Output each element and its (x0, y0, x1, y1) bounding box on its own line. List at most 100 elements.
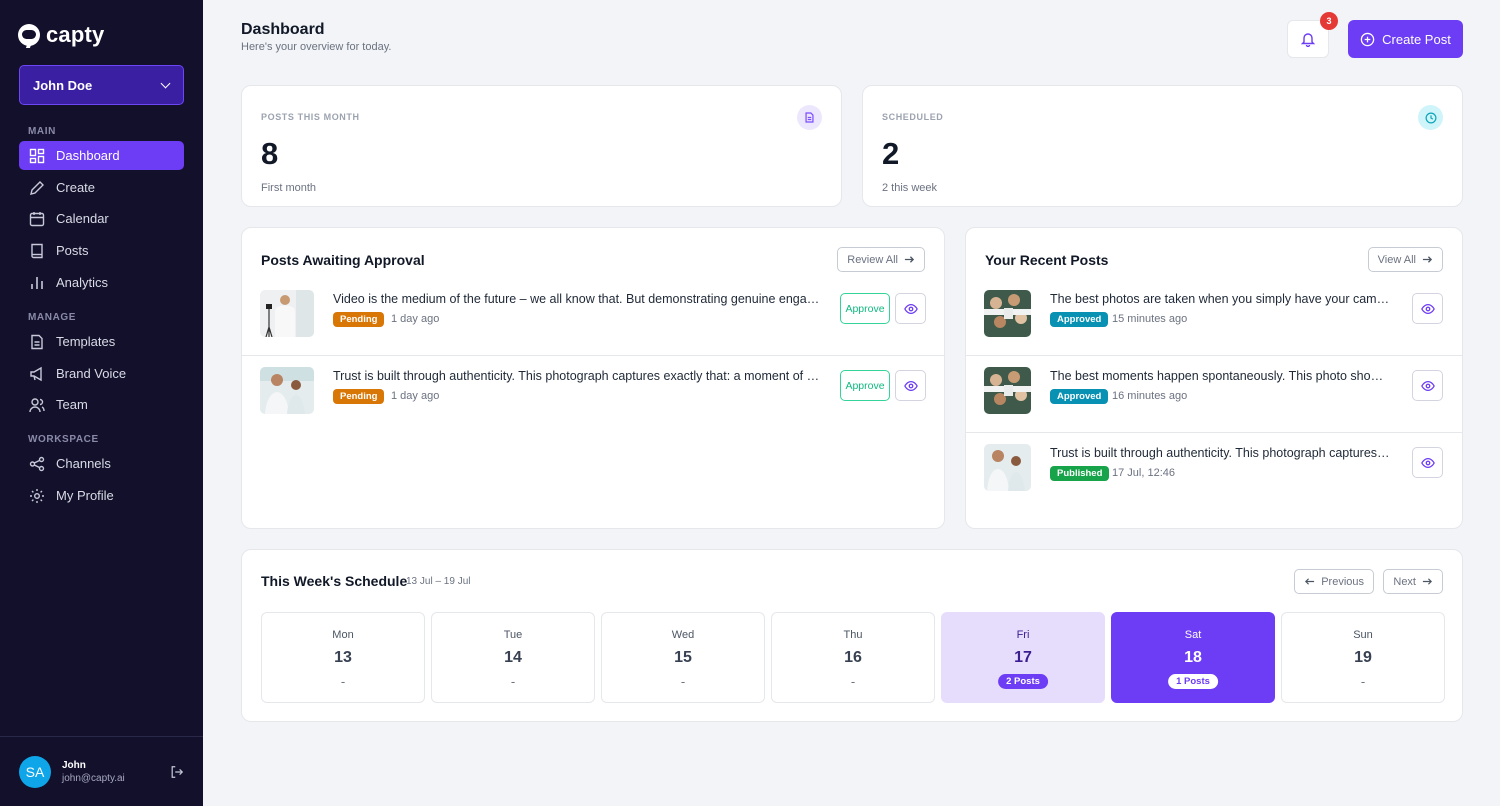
capty-logo-icon (18, 24, 40, 46)
day-posts: - (340, 674, 346, 689)
pencil-icon (30, 180, 44, 195)
sidebar-item-brand-voice[interactable]: Brand Voice (19, 359, 184, 388)
sidebar-item-templates[interactable]: Templates (19, 327, 184, 356)
sidebar-item-team[interactable]: Team (19, 390, 184, 419)
recent-posts-card: Your Recent Posts View All The best phot… (965, 227, 1463, 529)
user-name: John (62, 759, 86, 771)
document-icon (31, 334, 43, 349)
post-text: The best photos are taken when you simpl… (1050, 292, 1390, 306)
stat-subtext: First month (261, 182, 317, 194)
sidebar-item-my-profile[interactable]: My Profile (19, 481, 184, 510)
sidebar-item-dashboard[interactable]: Dashboard (19, 141, 184, 170)
page-subtitle: Here's your overview for today. (241, 41, 392, 53)
sidebar-item-create[interactable]: Create (19, 173, 184, 202)
post-time: 1 day ago (391, 390, 440, 402)
post-time: 1 day ago (391, 313, 440, 325)
day-posts: - (1360, 674, 1366, 689)
day-number: 15 (674, 649, 692, 666)
stat-card-posts-this-month: POSTS THIS MONTH 8 First month (241, 85, 842, 207)
eye-icon (903, 380, 918, 391)
approve-button[interactable]: Approve (840, 370, 890, 401)
eye-icon (1420, 303, 1435, 314)
bell-icon (1300, 33, 1316, 47)
recent-posts-title: Your Recent Posts (985, 252, 1109, 268)
day-cell-tue[interactable]: Tue 14 - (431, 612, 595, 703)
account-switcher[interactable]: John Doe (19, 65, 184, 105)
sidebar-item-channels[interactable]: Channels (19, 449, 184, 478)
day-cell-mon[interactable]: Mon 13 - (261, 612, 425, 703)
post-thumbnail[interactable] (984, 290, 1031, 337)
day-posts: - (850, 674, 856, 689)
chevron-down-icon (160, 78, 171, 88)
list-item: The best photos are taken when you simpl… (966, 279, 1462, 356)
schedule-date-range: 13 Jul – 19 Jul (406, 576, 471, 587)
view-post-button[interactable] (895, 293, 926, 324)
sidebar-item-label: Dashboard (56, 148, 120, 163)
view-all-label: View All (1377, 253, 1416, 266)
post-thumbnail[interactable] (984, 367, 1031, 414)
megaphone-icon (30, 366, 42, 381)
post-time: 16 minutes ago (1112, 390, 1188, 402)
nav-section-manage: MANAGE (28, 312, 77, 323)
day-name: Mon (332, 629, 354, 641)
bar-chart-icon (31, 276, 43, 289)
brand-logo[interactable]: capty (18, 22, 104, 48)
day-number: 14 (504, 649, 522, 666)
user-card: SA John john@capty.ai (0, 736, 203, 806)
status-badge: Approved (1050, 389, 1109, 404)
sidebar-item-analytics[interactable]: Analytics (19, 268, 184, 297)
view-post-button[interactable] (1412, 447, 1443, 478)
view-all-button[interactable]: View All (1367, 247, 1443, 272)
logout-icon[interactable] (170, 765, 184, 779)
nav-section-workspace: WORKSPACE (28, 434, 99, 445)
status-badge: Approved (1050, 312, 1109, 327)
eye-icon (903, 303, 918, 314)
post-thumbnail[interactable] (984, 444, 1031, 491)
view-post-button[interactable] (1412, 293, 1443, 324)
approve-button[interactable]: Approve (840, 293, 890, 324)
stat-label: POSTS THIS MONTH (261, 112, 360, 122)
brand-name: capty (46, 22, 105, 47)
post-thumbnail[interactable] (260, 290, 314, 337)
user-email: john@capty.ai (62, 772, 125, 784)
day-cell-fri[interactable]: Fri 17 2 Posts (941, 612, 1105, 703)
eye-icon (1420, 380, 1435, 391)
day-cell-sun[interactable]: Sun 19 - (1281, 612, 1445, 703)
sidebar-item-calendar[interactable]: Calendar (19, 204, 184, 233)
post-time: 15 minutes ago (1112, 313, 1188, 325)
sidebar-item-posts[interactable]: Posts (19, 236, 184, 265)
day-number: 19 (1354, 649, 1372, 666)
review-all-button[interactable]: Review All (837, 247, 925, 272)
post-thumbnail[interactable] (260, 367, 314, 414)
day-posts: - (680, 674, 686, 689)
clock-icon (1418, 105, 1443, 130)
user-info: John john@capty.ai (62, 760, 125, 784)
list-item: Trust is built through authenticity. Thi… (966, 433, 1462, 510)
view-post-button[interactable] (1412, 370, 1443, 401)
create-post-button[interactable]: Create Post (1348, 20, 1463, 58)
day-number: 13 (334, 649, 352, 666)
stat-value: 2 (882, 136, 900, 171)
list-item: The best moments happen spontaneously. T… (966, 356, 1462, 433)
create-post-label: Create Post (1382, 31, 1451, 47)
previous-label: Previous (1321, 575, 1364, 588)
day-cell-sat[interactable]: Sat 18 1 Posts (1111, 612, 1275, 703)
arrow-right-icon (1422, 578, 1433, 585)
previous-week-button[interactable]: Previous (1294, 569, 1374, 594)
stat-value: 8 (261, 136, 279, 171)
view-post-button[interactable] (895, 370, 926, 401)
day-name: Fri (1016, 629, 1030, 641)
day-name: Sat (1184, 629, 1202, 641)
day-name: Sun (1353, 629, 1373, 641)
day-number: 17 (1014, 649, 1032, 666)
day-name: Wed (671, 629, 695, 641)
day-cell-thu[interactable]: Thu 16 - (771, 612, 935, 703)
avatar[interactable]: SA (19, 755, 51, 788)
day-name: Tue (503, 629, 523, 641)
list-item: Video is the medium of the future – we a… (242, 279, 944, 356)
day-cell-wed[interactable]: Wed 15 - (601, 612, 765, 703)
gear-icon (30, 488, 44, 503)
next-week-button[interactable]: Next (1383, 569, 1443, 594)
document-icon (797, 105, 822, 130)
post-time: 17 Jul, 12:46 (1112, 467, 1175, 479)
